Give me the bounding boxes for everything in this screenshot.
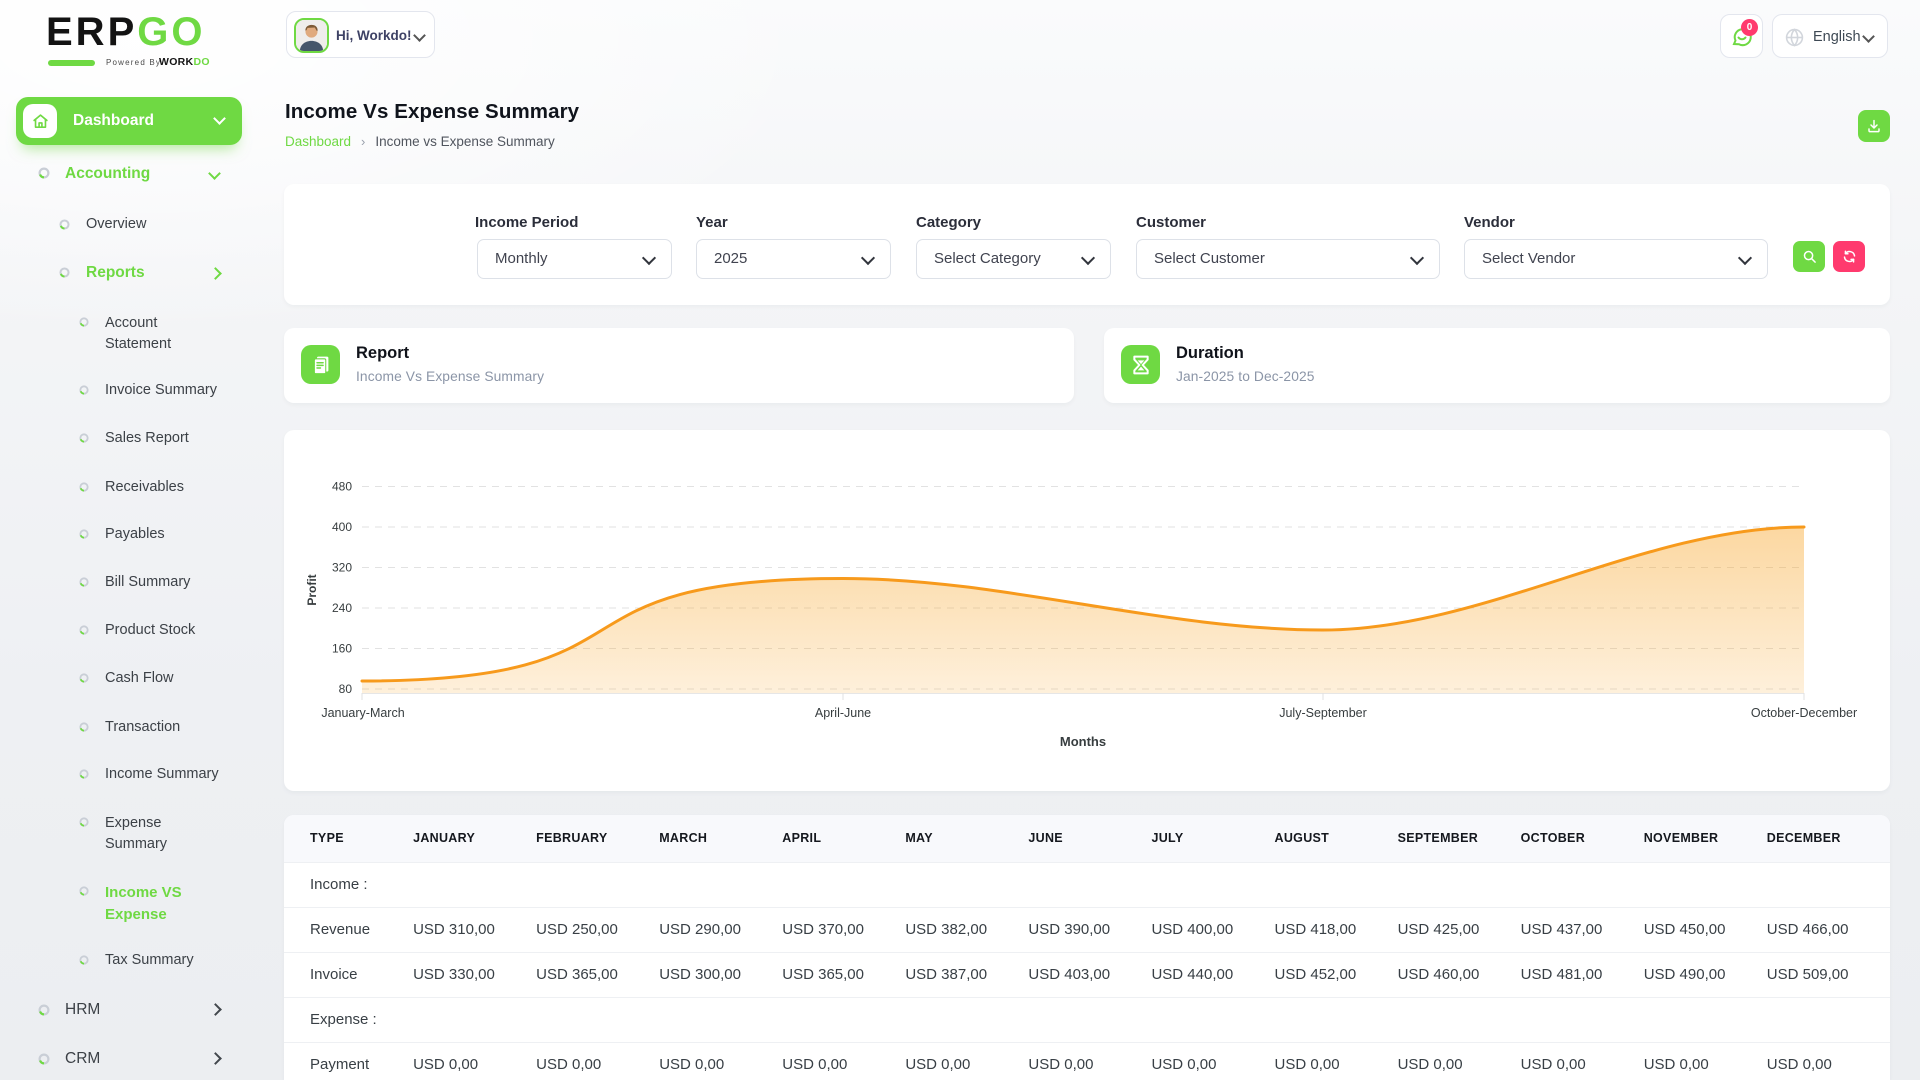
svg-text:80: 80 — [339, 682, 353, 696]
svg-text:Profit: Profit — [305, 574, 319, 605]
svg-text:January-March: January-March — [321, 706, 404, 720]
svg-text:April-June: April-June — [815, 706, 871, 720]
svg-text:480: 480 — [332, 480, 352, 494]
svg-text:October-December: October-December — [1751, 706, 1857, 720]
svg-text:240: 240 — [332, 601, 352, 615]
svg-text:160: 160 — [332, 642, 352, 656]
svg-text:Months: Months — [1060, 734, 1106, 749]
svg-text:400: 400 — [332, 520, 352, 534]
svg-text:July-September: July-September — [1279, 706, 1367, 720]
svg-text:320: 320 — [332, 561, 352, 575]
